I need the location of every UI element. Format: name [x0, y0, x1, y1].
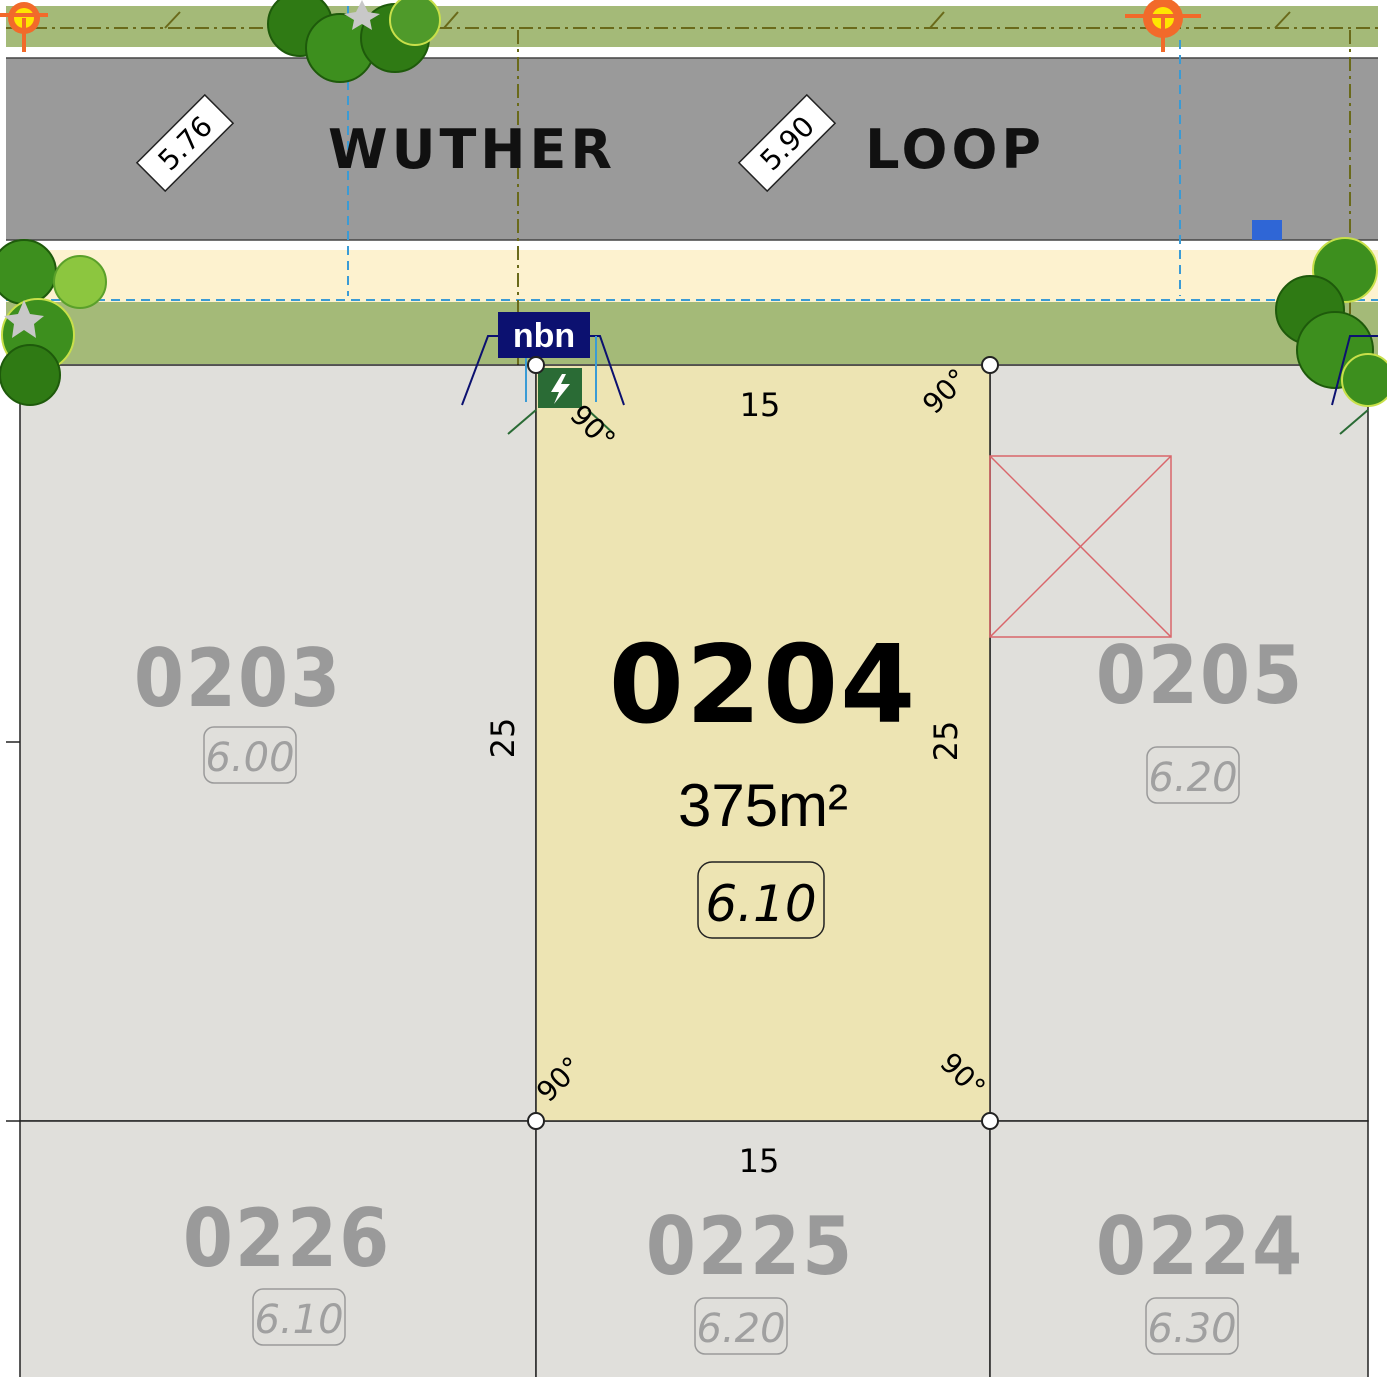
frontage-dimension: 15 — [740, 386, 781, 424]
lot-plan-map: nbn WUTHER LOOP 5.76 5.90 15 15 25 25 90… — [0, 0, 1387, 1377]
footpath — [6, 250, 1378, 302]
selected-lot-number: 0204 — [609, 623, 918, 748]
side-dimension-left: 25 — [484, 718, 522, 759]
lot-0205[interactable] — [989, 364, 1369, 1122]
hydrant-icon — [1252, 220, 1282, 240]
road-carriageway — [6, 58, 1378, 240]
power-dome-icon — [538, 368, 582, 408]
lot-level-0225: 6.20 — [696, 1306, 785, 1352]
lot-number-0224: 0224 — [1096, 1200, 1304, 1293]
nbn-pit-icon: nbn — [498, 312, 590, 358]
lot-number-0226: 0226 — [183, 1192, 391, 1285]
lot-number-0225: 0225 — [646, 1200, 854, 1293]
lot-number-0203: 0203 — [134, 632, 342, 725]
selected-lot-area: 375m² — [678, 772, 848, 839]
road-name-part1: WUTHER — [328, 118, 616, 181]
side-dimension-right: 25 — [927, 721, 965, 762]
selected-lot-level: 6.10 — [705, 875, 816, 933]
rear-dimension: 15 — [739, 1142, 780, 1180]
nbn-label: nbn — [513, 317, 575, 355]
lot-level-0226: 6.10 — [254, 1297, 343, 1343]
lot-number-0205: 0205 — [1096, 629, 1304, 722]
lot-level-0205: 6.20 — [1148, 755, 1237, 801]
lot-level-0203: 6.00 — [205, 735, 294, 781]
front-verge — [6, 302, 1378, 364]
road-name-part2: LOOP — [865, 118, 1045, 181]
lot-level-0224: 6.30 — [1147, 1306, 1236, 1352]
